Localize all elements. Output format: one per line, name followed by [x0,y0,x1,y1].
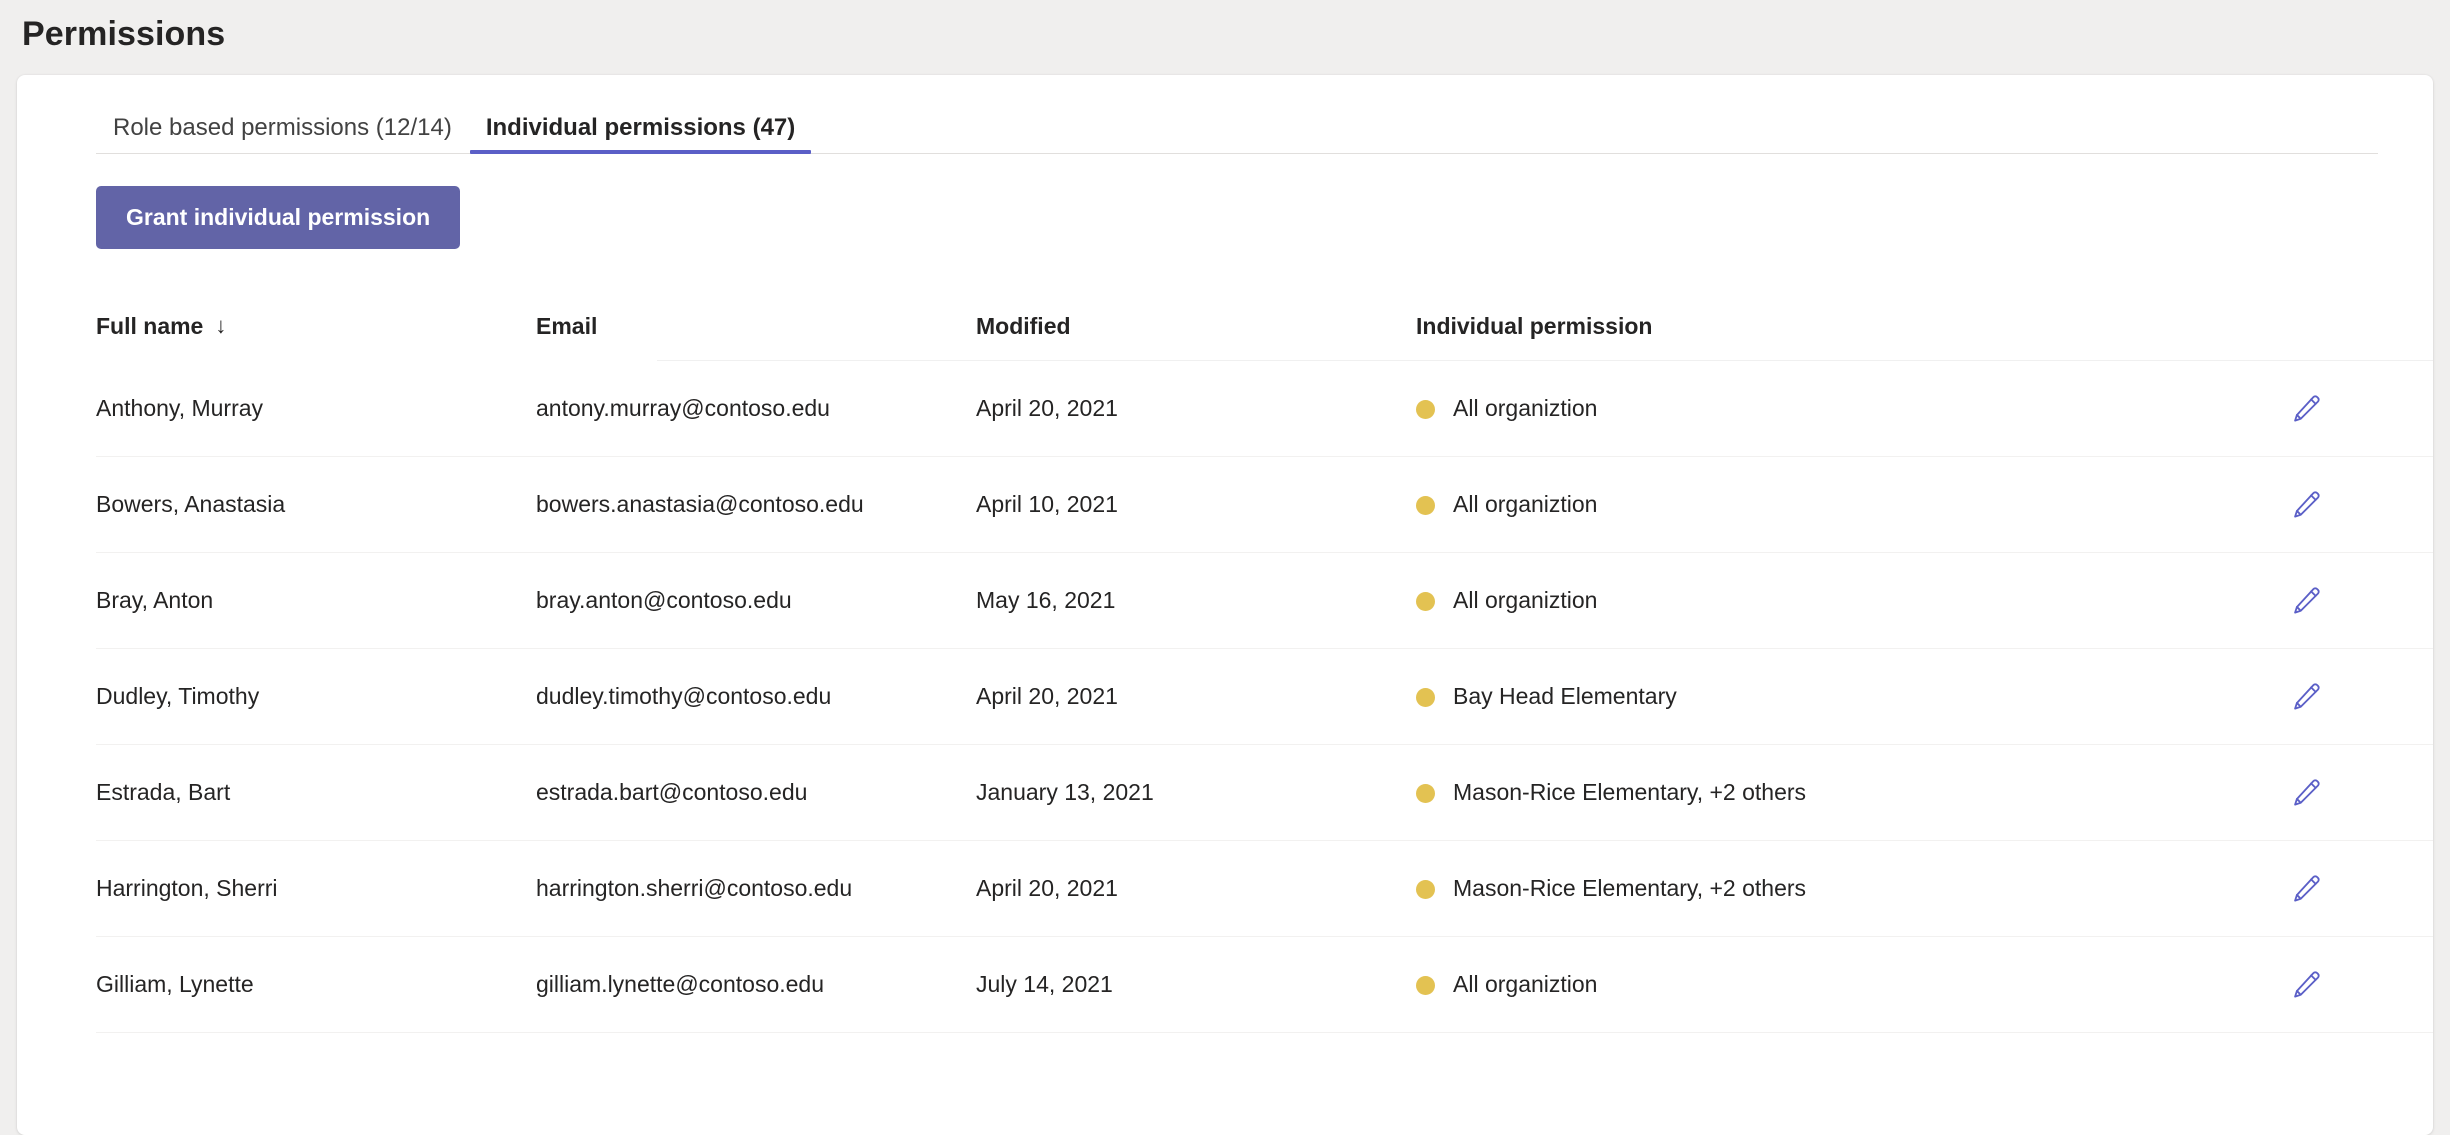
cell-modified: April 20, 2021 [976,395,1118,422]
cell-full-name: Gilliam, Lynette [96,971,254,998]
pencil-icon [2289,488,2323,522]
cell-individual-permission: All organiztion [1453,971,1598,998]
table-row[interactable]: Estrada, Bart estrada.bart@contoso.edu J… [17,745,2433,841]
cell-modified: May 16, 2021 [976,587,1116,614]
page-title: Permissions [22,15,226,53]
cell-modified: July 14, 2021 [976,971,1113,998]
edit-permission-button[interactable] [2283,386,2329,432]
permissions-card: Role based permissions (12/14) Individua… [17,75,2433,1135]
cell-modified: April 20, 2021 [976,683,1118,710]
cell-modified: January 13, 2021 [976,779,1154,806]
edit-permission-button[interactable] [2283,674,2329,720]
cell-individual-permission: All organiztion [1453,491,1598,518]
tab-role-based-permissions[interactable]: Role based permissions (12/14) [96,116,469,154]
cell-modified: April 10, 2021 [976,491,1118,518]
status-dot-icon [1416,399,1435,419]
table-row[interactable]: Bowers, Anastasia bowers.anastasia@conto… [17,457,2433,553]
status-dot-icon [1416,975,1435,995]
cell-email: dudley.timothy@contoso.edu [536,683,832,710]
cell-individual-permission: Mason-Rice Elementary, +2 others [1453,779,1807,806]
edit-permission-button[interactable] [2283,962,2329,1008]
edit-permission-button[interactable] [2283,578,2329,624]
cell-full-name: Bowers, Anastasia [96,491,286,518]
cell-full-name: Anthony, Murray [96,395,264,422]
cell-individual-permission: Bay Head Elementary [1453,683,1677,710]
table-row[interactable]: Anthony, Murray antony.murray@contoso.ed… [17,361,2433,457]
cell-individual-permission: Mason-Rice Elementary, +2 others [1453,875,1807,902]
cell-email: antony.murray@contoso.edu [536,395,830,422]
toolbar: Grant individual permission [17,154,2433,249]
cell-email: bowers.anastasia@contoso.edu [536,491,864,518]
pencil-icon [2289,872,2323,906]
cell-full-name: Dudley, Timothy [96,683,260,710]
arrow-down-icon: ↓ [215,313,227,338]
cell-individual-permission: All organiztion [1453,395,1598,422]
cell-full-name: Harrington, Sherri [96,875,278,902]
cell-full-name: Bray, Anton [96,587,214,614]
pencil-icon [2289,584,2323,618]
table-row[interactable]: Harrington, Sherri harrington.sherri@con… [17,841,2433,937]
cell-email: bray.anton@contoso.edu [536,587,792,614]
column-header-full-name[interactable]: Full name ↓ [96,312,536,339]
table-header-row: Full name ↓ Email Modified Individual pe… [17,291,2433,361]
status-dot-icon [1416,591,1435,611]
status-dot-icon [1416,687,1435,707]
cell-full-name: Estrada, Bart [96,779,231,806]
status-dot-icon [1416,495,1435,515]
cell-individual-permission: All organiztion [1453,587,1598,614]
status-dot-icon [1416,879,1435,899]
edit-permission-button[interactable] [2283,770,2329,816]
table-row[interactable]: Gilliam, Lynette gilliam.lynette@contoso… [17,937,2433,1033]
column-header-individual-permission[interactable]: Individual permission [1416,314,1652,338]
pencil-icon [2289,776,2323,810]
column-header-email[interactable]: Email [536,314,976,338]
tab-bar: Role based permissions (12/14) Individua… [96,75,2378,154]
tab-individual-permissions[interactable]: Individual permissions (47) [469,116,812,154]
pencil-icon [2289,680,2323,714]
column-header-modified[interactable]: Modified [976,314,1416,338]
grant-individual-permission-button[interactable]: Grant individual permission [96,186,461,249]
table-row[interactable]: Dudley, Timothy dudley.timothy@contoso.e… [17,649,2433,745]
status-dot-icon [1416,783,1435,803]
edit-permission-button[interactable] [2283,866,2329,912]
pencil-icon [2289,392,2323,426]
cell-email: harrington.sherri@contoso.edu [536,875,853,902]
permissions-table: Full name ↓ Email Modified Individual pe… [17,291,2433,1033]
edit-permission-button[interactable] [2283,482,2329,528]
cell-email: estrada.bart@contoso.edu [536,779,808,806]
cell-modified: April 20, 2021 [976,875,1118,902]
cell-email: gilliam.lynette@contoso.edu [536,971,825,998]
column-header-full-name-label: Full name [96,312,204,339]
pencil-icon [2289,968,2323,1002]
table-row[interactable]: Bray, Anton bray.anton@contoso.edu May 1… [17,553,2433,649]
